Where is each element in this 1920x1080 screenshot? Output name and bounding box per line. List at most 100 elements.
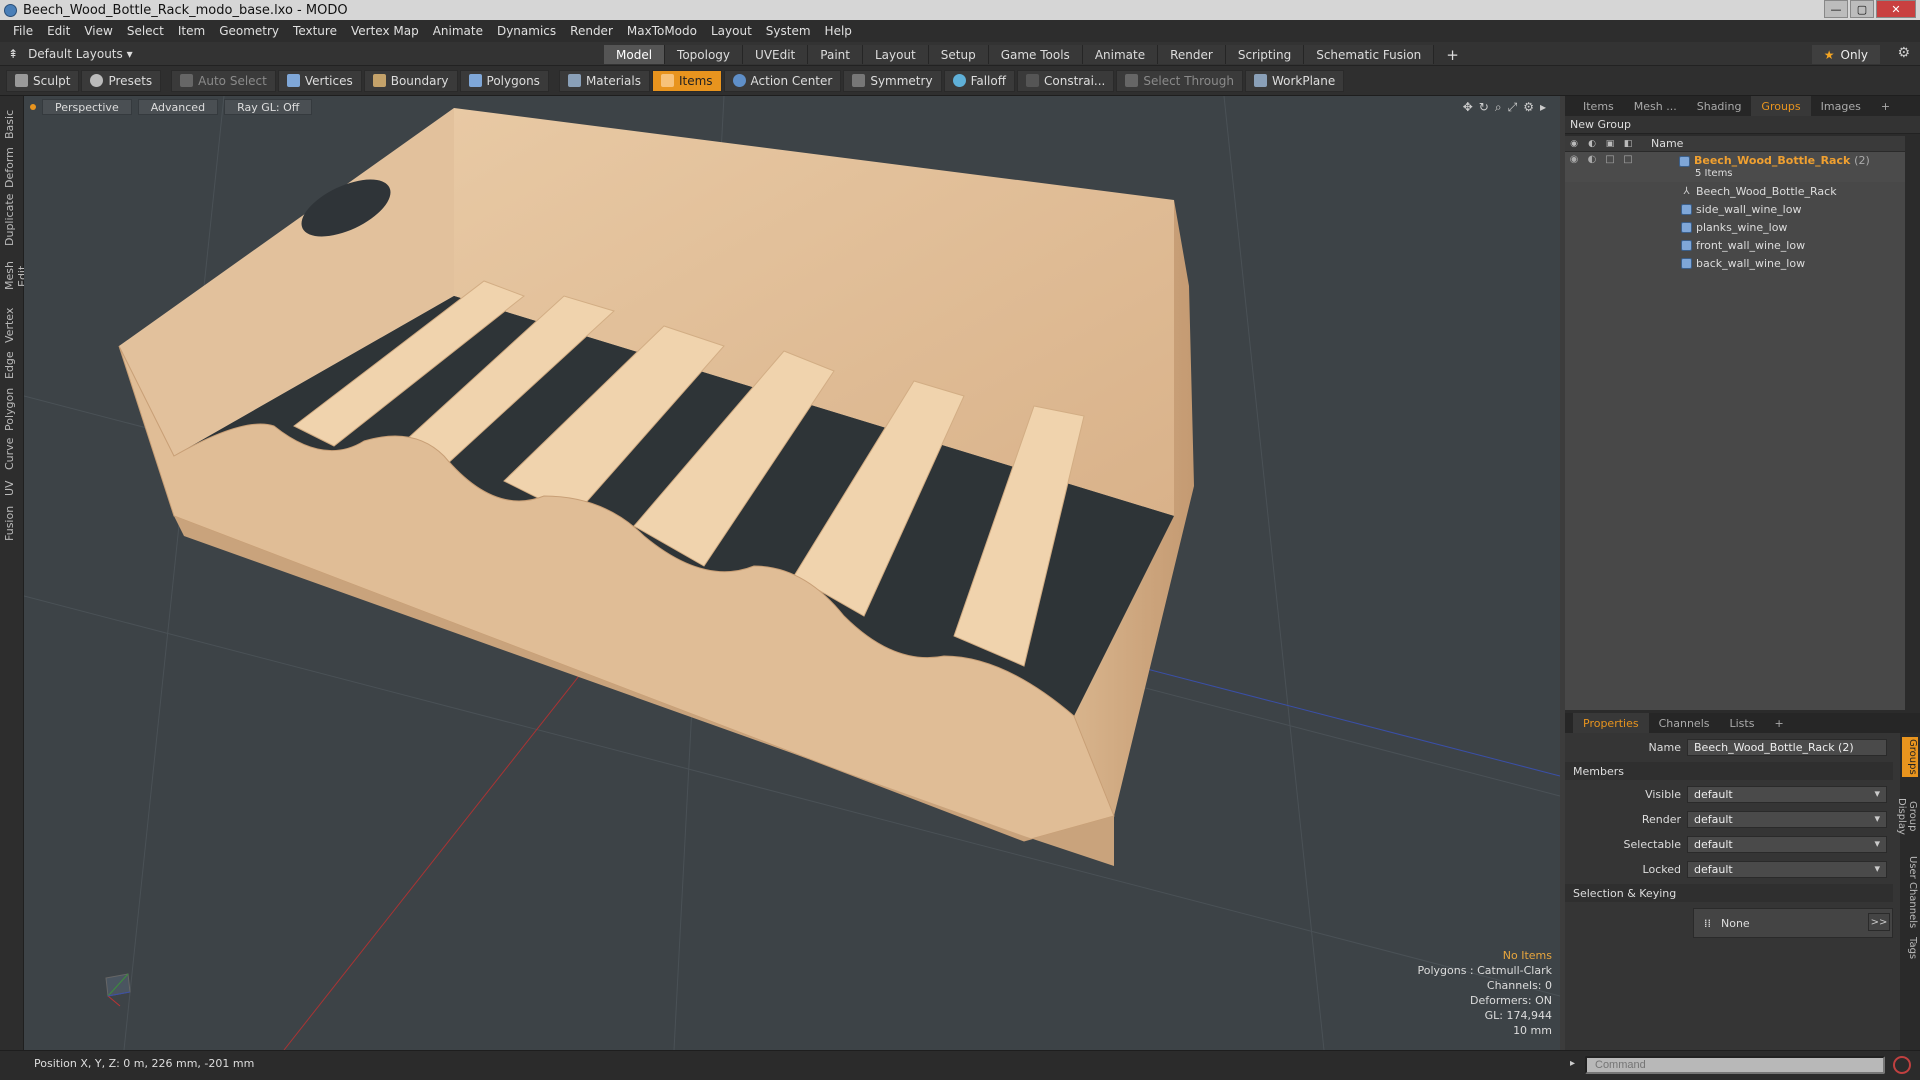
tab-model[interactable]: Model [604, 45, 666, 64]
tab-scripting[interactable]: Scripting [1225, 45, 1305, 64]
group-lock-toggle[interactable]: □ [1601, 154, 1619, 165]
group-select-toggle[interactable]: □ [1619, 154, 1637, 165]
vtab-basic[interactable]: Basic [3, 106, 21, 142]
viewport-gear-icon[interactable]: ⚙ [1523, 100, 1534, 115]
list-item[interactable]: side_wall_wine_low [1565, 200, 1905, 218]
vtab-mesh-edit[interactable]: Mesh Edit [3, 250, 29, 302]
name-field[interactable]: Beech_Wood_Bottle_Rack (2) [1687, 739, 1887, 756]
tab-render[interactable]: Render [1158, 45, 1226, 64]
menu-help[interactable]: Help [818, 24, 859, 38]
menu-geometry[interactable]: Geometry [212, 24, 286, 38]
visible-dropdown[interactable]: default [1687, 786, 1887, 803]
menu-animate[interactable]: Animate [426, 24, 490, 38]
select-through-button[interactable]: Select Through [1116, 69, 1243, 92]
list-item[interactable]: back_wall_wine_low [1565, 254, 1905, 272]
maximize-button[interactable]: ▢ [1850, 0, 1874, 18]
command-record-icon[interactable] [1893, 1056, 1911, 1074]
tab-setup[interactable]: Setup [928, 45, 989, 64]
menu-layout[interactable]: Layout [704, 24, 759, 38]
group-row[interactable]: ◉ ◐ □ □ Beech_Wood_Bottle_Rack (2) 5 Ite… [1565, 152, 1905, 182]
add-panel-tab-icon[interactable]: + [1871, 96, 1900, 116]
menu-texture[interactable]: Texture [286, 24, 344, 38]
group-visible-toggle[interactable]: ◉ [1565, 154, 1583, 165]
menu-system[interactable]: System [759, 24, 818, 38]
items-button[interactable]: Items [651, 69, 722, 92]
pan-icon[interactable]: ✥ [1463, 100, 1473, 115]
tab-uvedit[interactable]: UVEdit [743, 45, 809, 64]
symmetry-button[interactable]: Symmetry [843, 69, 942, 92]
tab-layout[interactable]: Layout [862, 45, 929, 64]
list-item[interactable]: planks_wine_low [1565, 218, 1905, 236]
command-input[interactable] [1585, 1056, 1885, 1074]
add-props-tab-icon[interactable]: + [1764, 713, 1793, 733]
vtab-curve[interactable]: Curve [3, 436, 21, 472]
expand-button[interactable]: >> [1868, 913, 1890, 931]
vtab-polygon[interactable]: Polygon [3, 386, 21, 432]
side-tab-group-display[interactable]: Group Display [1896, 781, 1918, 851]
menu-render[interactable]: Render [563, 24, 620, 38]
polygons-button[interactable]: Polygons [459, 69, 549, 92]
tab-animate[interactable]: Animate [1082, 45, 1159, 64]
menu-edit[interactable]: Edit [40, 24, 77, 38]
raygl-button[interactable]: Ray GL: Off [224, 99, 313, 115]
sculpt-button[interactable]: Sculpt [6, 69, 80, 92]
side-tab-groups[interactable]: Groups [1902, 737, 1918, 777]
workplane-button[interactable]: WorkPlane [1244, 69, 1345, 92]
minimize-button[interactable]: — [1824, 0, 1848, 18]
selectable-dropdown[interactable]: default [1687, 836, 1887, 853]
menu-vertex-map[interactable]: Vertex Map [344, 24, 426, 38]
tab-shading[interactable]: Shading [1687, 96, 1752, 116]
gear-icon[interactable]: ⚙ [1897, 45, 1910, 61]
presets-button[interactable]: Presets [81, 69, 162, 92]
menu-dynamics[interactable]: Dynamics [490, 24, 563, 38]
vtab-fusion[interactable]: Fusion [3, 504, 21, 542]
3d-viewport[interactable]: Perspective Advanced Ray GL: Off ✥ ↻ ⌕ ⤢… [24, 96, 1560, 1050]
materials-button[interactable]: Materials [558, 69, 650, 92]
vtab-uv[interactable]: UV [3, 476, 21, 500]
vtab-edge[interactable]: Edge [3, 348, 21, 382]
menu-maxtomodo[interactable]: MaxToModo [620, 24, 704, 38]
group-render-toggle[interactable]: ◐ [1583, 154, 1601, 165]
zoom-icon[interactable]: ⌕ [1495, 100, 1502, 115]
tab-lists[interactable]: Lists [1720, 713, 1765, 733]
auto-select-button[interactable]: Auto Select [171, 69, 276, 92]
constraints-button[interactable]: Constrai... [1017, 69, 1115, 92]
tab-images[interactable]: Images [1811, 96, 1871, 116]
rotate-icon[interactable]: ↻ [1479, 100, 1489, 115]
add-tab-icon[interactable]: + [1434, 45, 1471, 64]
members-section[interactable]: Members [1565, 762, 1893, 780]
tab-items[interactable]: Items [1573, 96, 1624, 116]
tab-paint[interactable]: Paint [808, 45, 863, 64]
menu-select[interactable]: Select [120, 24, 171, 38]
tab-channels[interactable]: Channels [1649, 713, 1720, 733]
selection-none-button[interactable]: ⁞⁞ None [1693, 908, 1893, 938]
tab-properties[interactable]: Properties [1573, 713, 1649, 733]
new-group-button[interactable]: New Group [1565, 116, 1920, 134]
tab-schematic-fusion[interactable]: Schematic Fusion [1304, 45, 1435, 64]
menu-view[interactable]: View [77, 24, 119, 38]
menu-file[interactable]: File [6, 24, 40, 38]
action-center-button[interactable]: Action Center [723, 69, 842, 92]
vtab-duplicate[interactable]: Duplicate [3, 194, 21, 246]
tab-mesh[interactable]: Mesh ... [1624, 96, 1687, 116]
close-button[interactable]: ✕ [1876, 0, 1916, 18]
layout-selector[interactable]: ⇞ Default Layouts ▾ [0, 47, 133, 61]
perspective-button[interactable]: Perspective [42, 99, 132, 115]
side-tab-user-channels[interactable]: User Channels [1902, 855, 1918, 929]
menu-item[interactable]: Item [171, 24, 212, 38]
advanced-button[interactable]: Advanced [137, 99, 219, 115]
tab-groups[interactable]: Groups [1751, 96, 1811, 116]
list-item[interactable]: ⅄ Beech_Wood_Bottle_Rack [1565, 182, 1905, 200]
render-dropdown[interactable]: default [1687, 811, 1887, 828]
boundary-button[interactable]: Boundary [363, 69, 458, 92]
fit-icon[interactable]: ⤢ [1508, 100, 1518, 115]
groups-list-scrollbar[interactable] [1905, 136, 1920, 710]
list-item[interactable]: front_wall_wine_low [1565, 236, 1905, 254]
tab-topology[interactable]: Topology [665, 45, 744, 64]
viewport-arrow-icon[interactable]: ▸ [1540, 100, 1546, 115]
vtab-deform[interactable]: Deform [3, 146, 21, 190]
falloff-button[interactable]: Falloff [943, 69, 1015, 92]
side-tab-tags[interactable]: Tags [1902, 933, 1918, 963]
vertices-button[interactable]: Vertices [277, 69, 362, 92]
tab-game-tools[interactable]: Game Tools [988, 45, 1083, 64]
